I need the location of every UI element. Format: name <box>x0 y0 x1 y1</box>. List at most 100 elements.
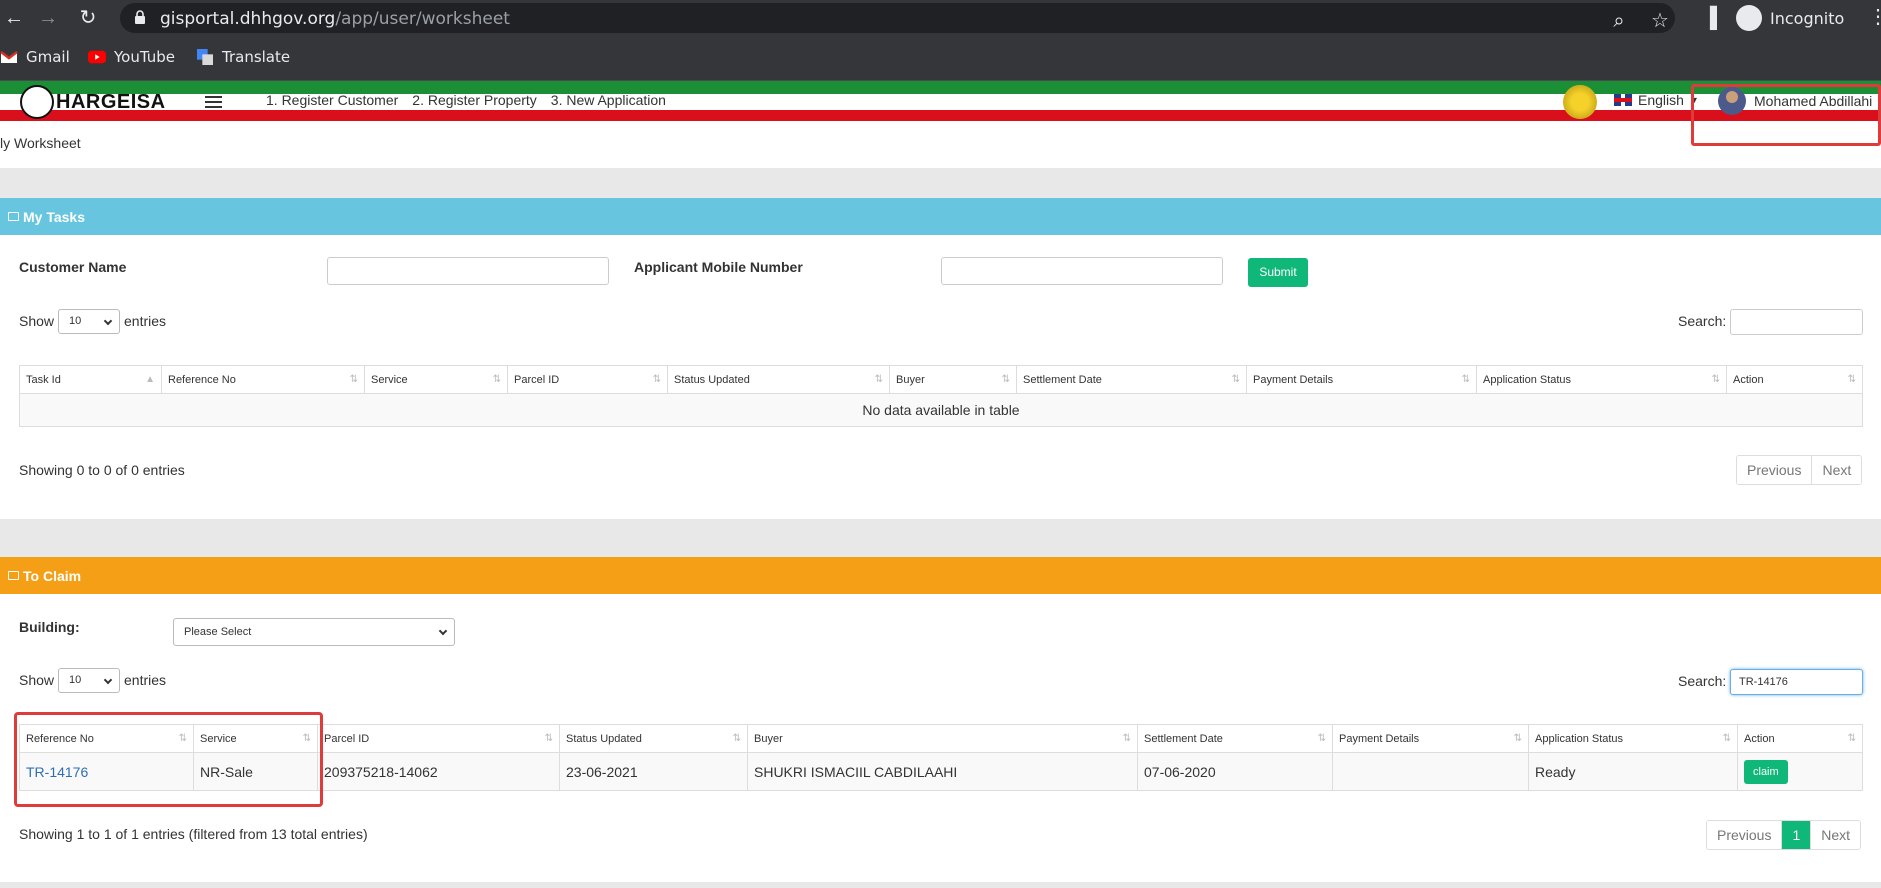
section-spacer <box>0 519 1881 557</box>
panel-icon <box>8 571 19 580</box>
tasks-table-info: Showing 0 to 0 of 0 entries <box>19 462 185 478</box>
nav-new-application[interactable]: 3. New Application <box>551 92 666 108</box>
cell-buyer: SHUKRI ISMACIIL CABDILAAHI <box>747 752 1138 791</box>
menu-kebab-icon[interactable]: ⋮ <box>1868 4 1881 29</box>
claim-table-info: Showing 1 to 1 of 1 entries (filtered fr… <box>19 826 368 842</box>
building-select[interactable]: Please Select <box>173 618 455 646</box>
entries-label: entries <box>124 672 167 688</box>
col-payment-details[interactable]: Payment Details ⇅ <box>1246 365 1477 394</box>
sort-icon: ⇅ <box>544 733 553 744</box>
cell-application-status: Ready <box>1528 752 1738 791</box>
tasks-table: Task Id ▲ Reference No ⇅ Service ⇅ Parcel I… <box>19 365 1863 427</box>
sort-icon: ⇅ <box>1847 733 1856 744</box>
claim-pagination: Previous 1 Next <box>1706 820 1862 850</box>
forward-icon[interactable]: → <box>34 4 62 32</box>
my-tasks-title: My Tasks <box>23 208 85 225</box>
entries-select[interactable]: 10 <box>58 668 120 693</box>
top-nav: 1. Register Customer 2. Register Propert… <box>266 92 666 108</box>
search-label: Search: <box>1678 673 1727 689</box>
col-action[interactable]: Action ⇅ <box>1737 724 1863 753</box>
col-status-updated[interactable]: Status Updated ⇅ <box>667 365 890 394</box>
tasks-table-header-row: Task Id ▲ Reference No ⇅ Service ⇅ Parcel I… <box>19 365 1863 394</box>
bookmark-gmail-label: Gmail <box>26 48 70 66</box>
col-task-id[interactable]: Task Id ▲ <box>19 365 162 394</box>
back-icon[interactable]: ← <box>0 4 28 32</box>
url-text: gisportal.dhhgov.org/app/user/worksheet <box>160 9 510 29</box>
claim-search-input[interactable]: TR-14176 <box>1730 669 1863 695</box>
chevron-down-icon <box>103 316 113 326</box>
panel-icon <box>8 212 19 221</box>
sort-icon: ⇅ <box>1001 374 1010 385</box>
bookmark-gmail[interactable]: Gmail <box>0 48 70 66</box>
incognito-label: Incognito <box>1770 8 1845 28</box>
cell-action: claim <box>1737 752 1863 791</box>
col-parcel-id[interactable]: Parcel ID ⇅ <box>507 365 668 394</box>
col-settlement-date[interactable]: Settlement Date ⇅ <box>1137 724 1333 753</box>
pager-previous[interactable]: Previous <box>1737 456 1813 484</box>
tasks-pagination: Previous Next <box>1736 455 1863 485</box>
mobile-number-input[interactable] <box>941 257 1223 285</box>
cell-parcel-id: 209375218-14062 <box>317 752 560 791</box>
tasks-search-input[interactable] <box>1730 309 1863 335</box>
col-action[interactable]: Action ⇅ <box>1726 365 1863 394</box>
submit-button[interactable]: Submit <box>1248 258 1308 287</box>
hamburger-menu-icon[interactable] <box>205 96 222 108</box>
reload-icon[interactable]: ↻ <box>74 4 102 32</box>
language-label: English <box>1638 92 1684 108</box>
chevron-down-icon <box>103 675 113 685</box>
my-tasks-header: My Tasks <box>0 198 1881 235</box>
col-application-status[interactable]: Application Status ⇅ <box>1528 724 1738 753</box>
sort-icon: ⇅ <box>1317 733 1326 744</box>
col-buyer[interactable]: Buyer ⇅ <box>747 724 1138 753</box>
bookmark-translate[interactable]: Translate <box>196 48 290 66</box>
cell-settlement-date: 07-06-2020 <box>1137 752 1333 791</box>
bookmark-youtube-label: YouTube <box>114 48 175 66</box>
col-reference-no[interactable]: Reference No ⇅ <box>161 365 365 394</box>
sidepanel-icon[interactable]: ▐ <box>1698 6 1722 30</box>
pager-page-1[interactable]: 1 <box>1782 821 1812 849</box>
customer-name-label: Customer Name <box>19 259 127 275</box>
search-label: Search: <box>1678 313 1727 329</box>
incognito-icon <box>1736 5 1762 31</box>
col-status-updated[interactable]: Status Updated ⇅ <box>559 724 748 753</box>
youtube-icon <box>88 50 106 64</box>
claim-highlight-box <box>14 712 323 807</box>
sort-icon: ⇅ <box>1461 374 1470 385</box>
star-icon[interactable]: ☆ <box>1648 9 1672 33</box>
sort-icon: ⇅ <box>1231 374 1240 385</box>
building-label: Building: <box>19 619 80 635</box>
nav-register-customer[interactable]: 1. Register Customer <box>266 92 398 108</box>
col-buyer[interactable]: Buyer ⇅ <box>889 365 1017 394</box>
to-claim-title: To Claim <box>23 567 82 584</box>
col-service[interactable]: Service ⇅ <box>364 365 508 394</box>
nav-register-property[interactable]: 2. Register Property <box>412 92 537 108</box>
pager-next[interactable]: Next <box>1812 456 1862 484</box>
language-selector[interactable]: English ▼ <box>1614 92 1699 108</box>
bookmark-youtube[interactable]: YouTube <box>88 48 175 66</box>
browser-toolbar: ← → ↻ gisportal.dhhgov.org/app/user/work… <box>0 0 1881 36</box>
entries-select[interactable]: 10 <box>58 309 120 334</box>
site-logo[interactable]: HARGEISA <box>20 85 166 119</box>
zoom-icon[interactable]: ⌕ <box>1607 9 1631 33</box>
sort-icon: ⇅ <box>492 374 501 385</box>
sort-icon: ⇅ <box>1513 733 1522 744</box>
claim-button[interactable]: claim <box>1744 759 1788 784</box>
col-parcel-id[interactable]: Parcel ID ⇅ <box>317 724 560 753</box>
incognito-profile[interactable]: Incognito <box>1736 5 1844 31</box>
building-select-value: Please Select <box>184 626 252 638</box>
sort-asc-icon: ▲ <box>145 374 155 385</box>
sort-icon: ⇅ <box>874 374 883 385</box>
customer-name-input[interactable] <box>327 257 609 285</box>
sort-icon: ⇅ <box>1847 374 1856 385</box>
mobile-number-label: Applicant Mobile Number <box>634 259 803 275</box>
col-application-status[interactable]: Application Status ⇅ <box>1476 365 1727 394</box>
pager-previous[interactable]: Previous <box>1707 821 1783 849</box>
col-payment-details[interactable]: Payment Details ⇅ <box>1332 724 1529 753</box>
show-label: Show <box>19 672 55 688</box>
address-bar[interactable]: gisportal.dhhgov.org/app/user/worksheet … <box>120 3 1675 33</box>
entries-select-value: 10 <box>69 315 82 327</box>
bookmark-translate-label: Translate <box>222 48 291 66</box>
app-header: HARGEISA 1. Register Customer 2. Registe… <box>0 81 1881 122</box>
pager-next[interactable]: Next <box>1811 821 1861 849</box>
col-settlement-date[interactable]: Settlement Date ⇅ <box>1016 365 1247 394</box>
